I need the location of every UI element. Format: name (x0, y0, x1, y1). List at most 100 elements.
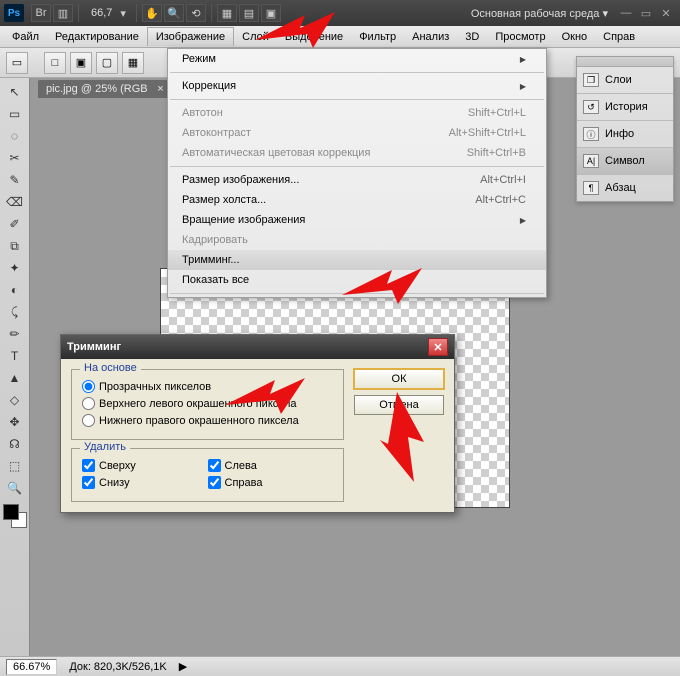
radio-option[interactable]: Нижнего правого окрашенного пиксела (82, 412, 333, 429)
menu-изображение[interactable]: Изображение (147, 27, 234, 46)
check-input[interactable] (82, 459, 95, 472)
workspace-selector[interactable]: Основная рабочая среда ▾ (471, 7, 608, 20)
tool-3[interactable]: ✂ (4, 148, 26, 168)
radio-option[interactable]: Верхнего левого окрашенного пиксела (82, 395, 333, 412)
menu-анализ[interactable]: Анализ (404, 28, 457, 46)
menu-item-label: Автотон (182, 107, 223, 119)
tool-11[interactable]: ✏ (4, 324, 26, 344)
tool-7[interactable]: ⧉ (4, 236, 26, 256)
zoom-tool-icon[interactable]: 🔍 (164, 4, 184, 22)
menu-item-label: Вращение изображения (182, 214, 305, 226)
bridge-icon[interactable]: Br (31, 4, 51, 22)
menu-item-label: Автоматическая цветовая коррекция (182, 147, 370, 159)
status-zoom[interactable]: 66.67% (6, 659, 57, 675)
menu-файл[interactable]: Файл (4, 28, 47, 46)
dialog-titlebar[interactable]: Тримминг ✕ (61, 335, 454, 359)
opt-new-selection-icon[interactable]: □ (44, 52, 66, 74)
menu-item-label: Размер изображения... (182, 174, 299, 186)
rotate-view-icon[interactable]: ⟲ (186, 4, 206, 22)
menu-bar: ФайлРедактированиеИзображениеСлойВыделен… (0, 26, 680, 48)
check-option[interactable]: Справа (208, 474, 334, 491)
tool-13[interactable]: ▲ (4, 368, 26, 388)
tool-1[interactable]: ▭ (4, 104, 26, 124)
radio-input[interactable] (82, 380, 95, 393)
window-close-icon[interactable]: ✕ (656, 7, 676, 20)
radio-input[interactable] (82, 414, 95, 427)
check-input[interactable] (208, 459, 221, 472)
panel-абзац[interactable]: ¶Абзац (577, 175, 673, 201)
check-option[interactable]: Сверху (82, 457, 208, 474)
arrange-icon[interactable]: ▦ (217, 4, 237, 22)
menu-фильтр[interactable]: Фильтр (351, 28, 404, 46)
radio-option[interactable]: Прозрачных пикселов (82, 378, 333, 395)
tool-16[interactable]: ☊ (4, 434, 26, 454)
window-restore-icon[interactable]: ▭ (636, 7, 656, 20)
check-option[interactable]: Слева (208, 457, 334, 474)
cancel-button[interactable]: Отмена (354, 395, 444, 415)
title-bar: Ps Br ▥ 66,7 ▾ ✋ 🔍 ⟲ ▦ ▤ ▣ Основная рабо… (0, 0, 680, 26)
tool-12[interactable]: T (4, 346, 26, 366)
menu-item[interactable]: Размер холста...Alt+Ctrl+C (168, 190, 546, 210)
document-tab[interactable]: pic.jpg @ 25% (RGB × (38, 80, 168, 98)
zoom-dropdown-icon[interactable]: ▾ (120, 7, 126, 20)
panel-grip[interactable] (577, 57, 673, 67)
menu-item[interactable]: Коррекция (168, 76, 546, 96)
status-bar: 66.67% Док: 820,3K/526,1K ▶ (0, 656, 680, 676)
tool-6[interactable]: ✐ (4, 214, 26, 234)
tool-0[interactable]: ↖ (4, 82, 26, 102)
arrange2-icon[interactable]: ▤ (239, 4, 259, 22)
menu-справ[interactable]: Справ (595, 28, 643, 46)
panel-история[interactable]: ↺История (577, 94, 673, 120)
menu-item[interactable]: Размер изображения...Alt+Ctrl+I (168, 170, 546, 190)
status-arrow-icon[interactable]: ▶ (179, 660, 187, 673)
tool-9[interactable]: ◐ (4, 280, 26, 300)
panel-символ[interactable]: A|Символ (577, 148, 673, 174)
tool-5[interactable]: ⌫ (4, 192, 26, 212)
hand-tool-icon[interactable]: ✋ (142, 4, 162, 22)
document-tab-close-icon[interactable]: × (157, 83, 163, 95)
radio-input[interactable] (82, 397, 95, 410)
opt-add-selection-icon[interactable]: ▣ (70, 52, 92, 74)
color-swatches[interactable] (3, 504, 27, 528)
menu-просмотр[interactable]: Просмотр (487, 28, 553, 46)
menu-item: АвтотонShift+Ctrl+L (168, 103, 546, 123)
opt-sub-selection-icon[interactable]: ▢ (96, 52, 118, 74)
window-minimize-icon[interactable]: — (616, 7, 636, 20)
radio-label: Нижнего правого окрашенного пиксела (99, 415, 299, 427)
tool-4[interactable]: ✎ (4, 170, 26, 190)
screen-mode-icon[interactable]: ▥ (53, 4, 73, 22)
tool-15[interactable]: ✥ (4, 412, 26, 432)
opt-intersect-icon[interactable]: ▦ (122, 52, 144, 74)
panel-слои[interactable]: ❐Слои (577, 67, 673, 93)
menu-item[interactable]: Показать все (168, 270, 546, 290)
menu-выделение[interactable]: Выделение (277, 28, 351, 46)
menu-item[interactable]: Тримминг... (168, 250, 546, 270)
zoom-value[interactable]: 66,7 (91, 7, 112, 19)
menu-слой[interactable]: Слой (234, 28, 277, 46)
tool-17[interactable]: ⬚ (4, 456, 26, 476)
arrange3-icon[interactable]: ▣ (261, 4, 281, 22)
ps-logo: Ps (4, 4, 24, 22)
menu-3d[interactable]: 3D (457, 28, 487, 46)
check-input[interactable] (82, 476, 95, 489)
panel-инфо[interactable]: ⓘИнфо (577, 121, 673, 147)
dialog-close-icon[interactable]: ✕ (428, 338, 448, 356)
tool-14[interactable]: ◇ (4, 390, 26, 410)
menu-редактирование[interactable]: Редактирование (47, 28, 147, 46)
menu-shortcut: Shift+Ctrl+B (467, 147, 526, 159)
menu-item-label: Коррекция (182, 80, 236, 92)
menu-item[interactable]: Вращение изображения (168, 210, 546, 230)
ok-button[interactable]: ОК (354, 369, 444, 389)
check-option[interactable]: Снизу (82, 474, 208, 491)
tool-2[interactable]: ◌ (4, 126, 26, 146)
tool-8[interactable]: ✦ (4, 258, 26, 278)
tool-18[interactable]: 🔍 (4, 478, 26, 498)
tool-preset-icon[interactable]: ▭ (6, 52, 28, 74)
menu-item-label: Тримминг... (182, 254, 240, 266)
tool-10[interactable]: ⤹ (4, 302, 26, 322)
menu-item[interactable]: Режим (168, 49, 546, 69)
check-input[interactable] (208, 476, 221, 489)
menu-item-label: Размер холста... (182, 194, 266, 206)
menu-окно[interactable]: Окно (554, 28, 596, 46)
panel-icon: ⓘ (583, 127, 599, 141)
